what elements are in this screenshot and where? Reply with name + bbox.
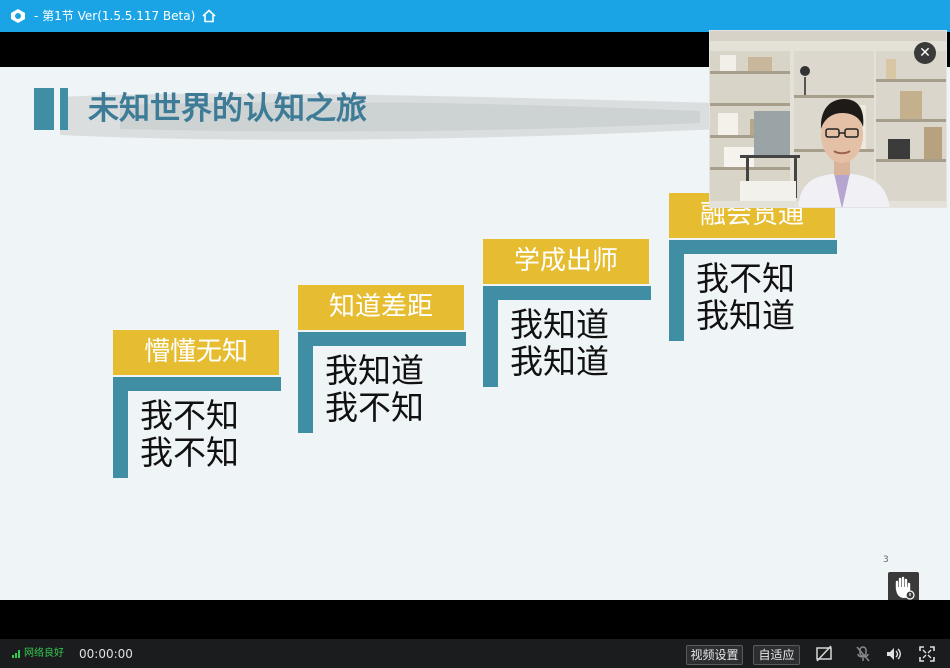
stage-line-2: 我知道 — [696, 296, 795, 335]
raise-hand-icon — [895, 576, 915, 600]
app-window: - 第1节 Ver(1.5.5.117 Beta) 未知世界的认知之旅 懵懂无知… — [0, 0, 950, 668]
stage-line-2: 我不知 — [325, 388, 424, 427]
stage-body: 我知道 我知道 — [510, 306, 609, 380]
stage-line-1: 我知道 — [510, 305, 609, 344]
stage-bar-horizontal — [298, 332, 466, 346]
stage-line-1: 我知道 — [325, 351, 424, 390]
stage-label: 学成出师 — [483, 239, 649, 284]
stage-label: 知道差距 — [298, 285, 464, 330]
stage-bar-vertical — [113, 377, 128, 478]
fullscreen-icon[interactable] — [918, 645, 936, 663]
stage-label: 懵懂无知 — [113, 330, 279, 375]
network-signal-icon — [12, 650, 20, 658]
window-title: - 第1节 Ver(1.5.5.117 Beta) — [34, 9, 196, 23]
app-logo-icon — [11, 9, 25, 23]
speaker-icon[interactable] — [885, 645, 903, 663]
title-bar: - 第1节 Ver(1.5.5.117 Beta) — [0, 0, 950, 32]
raise-hand-button[interactable] — [888, 572, 919, 600]
stage-bar-vertical — [483, 286, 498, 387]
close-webcam-button[interactable]: ✕ — [914, 42, 936, 64]
stage-line-2: 我知道 — [510, 342, 609, 381]
stage-line-2: 我不知 — [140, 433, 239, 472]
webcam-feed — [710, 31, 946, 207]
stage-step-4: 融会贯通 我不知 我知道 — [669, 193, 839, 343]
stage-bar-vertical — [669, 240, 684, 341]
video-settings-button[interactable]: 视频设置 — [686, 645, 743, 665]
stage-line-1: 我不知 — [140, 396, 239, 435]
slide-title: 未知世界的认知之旅 — [88, 91, 367, 127]
session-timer: 00:00:00 — [79, 647, 133, 661]
teacher-webcam-video[interactable]: ✕ — [709, 30, 947, 208]
stage-body: 我不知 我不知 — [140, 397, 239, 471]
mic-muted-icon[interactable] — [854, 645, 872, 663]
bottom-control-bar: 网络良好 00:00:00 视频设置 自适应 — [0, 639, 950, 668]
stage-bar-horizontal — [483, 286, 651, 300]
stage-line-1: 我不知 — [696, 259, 795, 298]
stage-bar-horizontal — [669, 240, 837, 254]
stage-body: 我知道 我不知 — [325, 352, 424, 426]
slide-page-number: 3 — [883, 555, 889, 565]
close-icon: ✕ — [919, 45, 931, 61]
stage-body: 我不知 我知道 — [696, 260, 795, 334]
home-icon[interactable] — [201, 8, 217, 24]
title-accent-bar — [34, 88, 54, 130]
stage-step-1: 懵懂无知 我不知 我不知 — [113, 330, 283, 480]
stage-bar-vertical — [298, 332, 313, 433]
screen-off-icon[interactable] — [815, 645, 833, 663]
title-accent-bar-thin — [60, 88, 68, 130]
stage-step-2: 知道差距 我知道 我不知 — [298, 285, 468, 435]
network-status: 网络良好 — [24, 648, 64, 659]
stage-bar-horizontal — [113, 377, 281, 391]
fit-screen-button[interactable]: 自适应 — [753, 645, 800, 665]
stage-step-3: 学成出师 我知道 我知道 — [483, 239, 653, 389]
